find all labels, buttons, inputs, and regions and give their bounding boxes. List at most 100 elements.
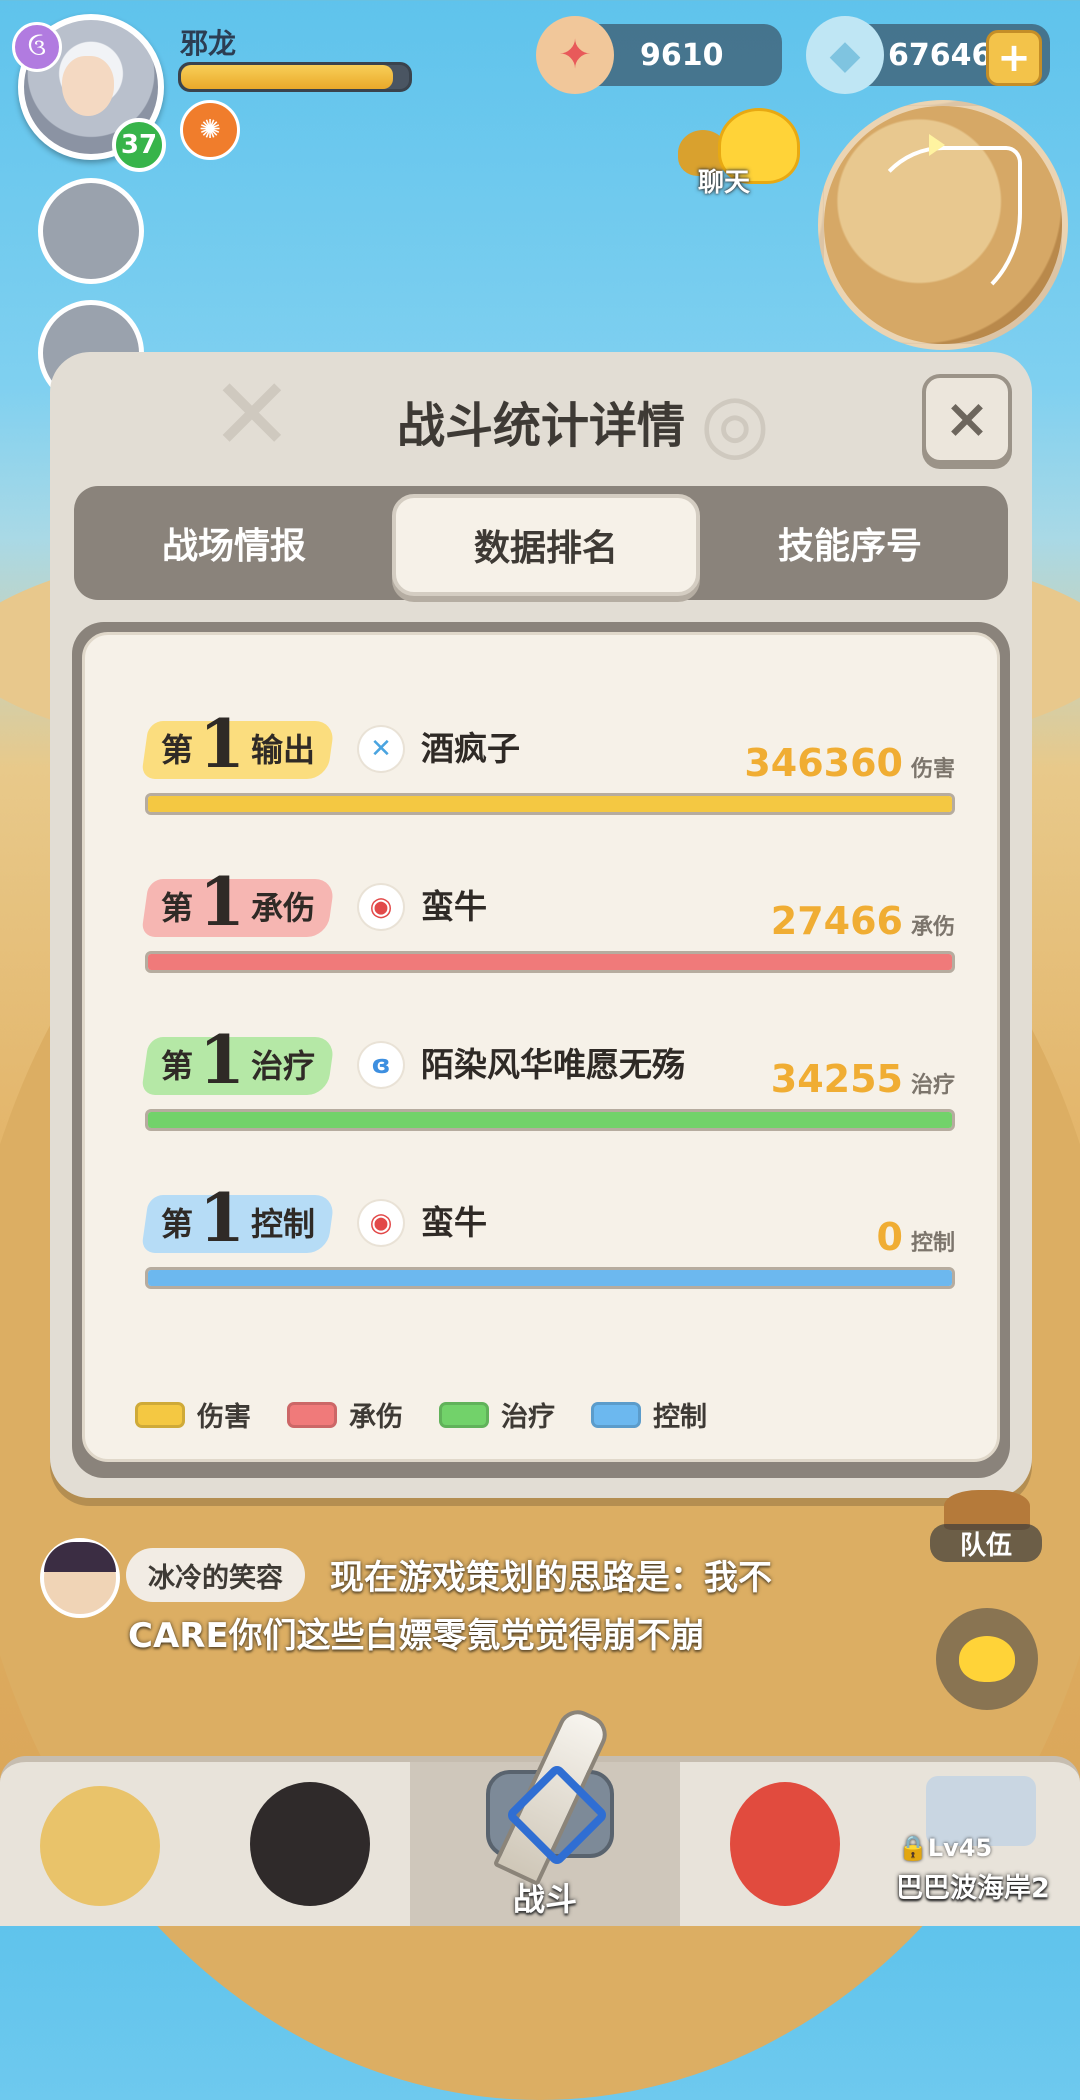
team-button[interactable]: 队伍: [930, 1490, 1042, 1562]
rank-category: 治疗: [250, 1047, 315, 1085]
stat-number: 34255: [770, 1057, 903, 1101]
player-name: 陌染风华唯愿无殇: [421, 1045, 685, 1084]
nav-battle-label: 战斗: [512, 1880, 577, 1918]
chat-sender-name[interactable]: 冰冷的笑容: [126, 1548, 305, 1602]
chat-message: 现在游戏策划的思路是：我不: [330, 1558, 772, 1598]
legend-label: 伤害: [197, 1402, 251, 1433]
player-name: 蛮牛: [421, 887, 487, 926]
rank-number: 1: [199, 1021, 245, 1099]
stat-bar: [145, 793, 955, 815]
stat-value: 27466 承伤: [771, 899, 955, 943]
stat-value: 0 控制: [877, 1215, 955, 1259]
add-currency-button[interactable]: +: [986, 30, 1042, 86]
stat-number: 346360: [744, 741, 903, 785]
legend-swatch: [591, 1401, 641, 1428]
locked-level: Lv45: [927, 1834, 993, 1862]
stat-number: 27466: [770, 899, 903, 943]
stat-bar-fill: [148, 1270, 952, 1286]
stat-number: 0: [876, 1215, 903, 1259]
player-name: 蛮牛: [421, 1203, 487, 1242]
chat-bubble-icon: [959, 1636, 1015, 1682]
close-button[interactable]: ×: [922, 374, 1012, 464]
rank-category: 输出: [250, 731, 315, 769]
level-badge: 37: [112, 118, 166, 172]
rank-number: 1: [199, 1179, 245, 1257]
nav-character-2[interactable]: [220, 1762, 410, 1926]
player-hp-bar: [178, 62, 412, 92]
chat-button[interactable]: [936, 1608, 1038, 1710]
stat-unit: 治疗: [910, 1073, 955, 1098]
player-name: 邪龙: [180, 27, 237, 60]
legend-label: 控制: [653, 1402, 707, 1433]
rank-label: 第 1 承伤: [161, 867, 315, 937]
legend-label: 承伤: [349, 1402, 403, 1433]
legend-swatch: [439, 1401, 489, 1428]
buff-icon[interactable]: ✺: [180, 100, 240, 160]
stat-unit: 伤害: [910, 757, 955, 782]
pearl-currency: ✦ 9610: [536, 16, 782, 94]
stat-bar: [145, 1267, 955, 1289]
rank-prefix: 第: [161, 1047, 194, 1085]
ranking-panel-inner: 第 1 输出 ✕ 酒疯子 346360 伤害 第 1 承伤 ◉ 蛮牛 27466 承伤 第1…: [82, 632, 1000, 1462]
stat-bar-fill: [148, 954, 952, 970]
legend-swatch: [287, 1401, 337, 1428]
sword-class-icon: ✕: [359, 727, 403, 771]
pearl-count: 9610: [640, 37, 724, 73]
furry-hero-icon: [40, 1786, 160, 1906]
nav-pet[interactable]: [710, 1762, 870, 1926]
chat-message-continued: CARE你们这些白嫖零氪党觉得崩不崩: [128, 1616, 705, 1656]
masked-hero-icon: [250, 1782, 370, 1906]
shell-currency: ◆ 676467 +: [806, 16, 1050, 94]
legend-label: 治疗: [501, 1402, 555, 1433]
stats-legend: 伤害 承伤 治疗 控制: [135, 1395, 707, 1434]
avatar-hair: [44, 1542, 116, 1572]
stat-bar-fill: [148, 1112, 952, 1128]
chat-sender-avatar[interactable]: [40, 1538, 120, 1618]
chat-shortcut-button[interactable]: 聊天: [678, 102, 800, 198]
chat-shortcut-label: 聊天: [698, 168, 751, 198]
minimap-route: [864, 146, 1022, 314]
ranking-row-control: 第 1 控制 ◉ 蛮牛 0 控制: [140, 1183, 955, 1315]
stat-bar-fill: [148, 796, 952, 812]
guardian-class-icon: ◉: [359, 885, 403, 929]
rank-label: 第 1 治疗: [161, 1025, 315, 1095]
ranking-row-tank: 第 1 承伤 ◉ 蛮牛 27466 承伤: [140, 867, 955, 999]
tab-battlefield-intel[interactable]: 战场情报: [84, 486, 384, 600]
stat-value: 34255 治疗: [771, 1057, 955, 1101]
stats-tab-bar: 战场情报 数据排名 技能序号: [74, 486, 1008, 600]
stat-unit: 控制: [910, 1231, 955, 1256]
guardian-class-icon: ◉: [359, 1201, 403, 1245]
battle-stats-modal: ✕ ◎ 战斗统计详情 × 战场情报 数据排名 技能序号 第 1 输出 ✕ 酒疯子 3…: [50, 352, 1032, 1498]
spiral-icon: ઉ: [12, 22, 62, 72]
rank-prefix: 第: [161, 1205, 194, 1243]
legend-tank: 承伤: [287, 1395, 403, 1434]
avatar-face: [62, 56, 114, 116]
red-dino-icon: [730, 1782, 840, 1906]
stat-unit: 承伤: [910, 915, 955, 940]
legend-swatch: [135, 1401, 185, 1428]
battle-sword-icon[interactable]: [470, 1700, 620, 1887]
ranking-row-damage: 第 1 输出 ✕ 酒疯子 346360 伤害: [140, 709, 955, 841]
lock-icon: 🔒Lv45: [898, 1834, 993, 1862]
rank-number: 1: [199, 705, 245, 783]
stat-bar: [145, 1109, 955, 1131]
legend-control: 控制: [591, 1395, 707, 1434]
rank-category: 承伤: [250, 889, 315, 927]
nav-character-1[interactable]: [0, 1762, 200, 1926]
tab-data-ranking[interactable]: 数据排名: [392, 494, 700, 596]
healer-class-icon: ɞ: [359, 1043, 403, 1087]
pearl-shell-icon: ✦: [536, 16, 614, 94]
tab-skill-order[interactable]: 技能序号: [700, 486, 1000, 600]
party-member-avatar[interactable]: [38, 178, 144, 284]
stat-value: 346360 伤害: [744, 741, 955, 785]
legend-damage: 伤害: [135, 1395, 251, 1434]
stat-bar: [145, 951, 955, 973]
minimap[interactable]: [818, 100, 1068, 350]
crystal-shell-icon: ◆: [806, 16, 884, 94]
location-name: 巴巴波海岸2: [896, 1873, 1050, 1904]
rank-label: 第 1 输出: [161, 709, 315, 779]
player-name: 酒疯子: [421, 729, 520, 768]
player-position-icon: [929, 134, 945, 156]
rank-prefix: 第: [161, 889, 194, 927]
player-hp-fill: [181, 65, 394, 89]
